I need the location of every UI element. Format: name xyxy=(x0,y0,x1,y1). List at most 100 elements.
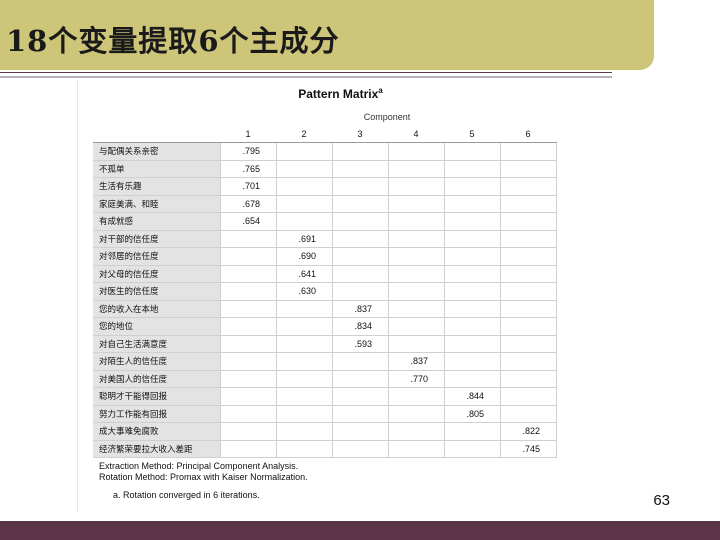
loading-cell xyxy=(499,194,557,213)
row-label: 生活有乐趣 xyxy=(93,177,221,196)
loading-cell xyxy=(331,439,389,458)
loading-cell xyxy=(443,334,501,353)
loading-cell xyxy=(331,159,389,178)
loading-cell xyxy=(443,422,501,441)
loading-cell: .701 xyxy=(219,177,277,196)
loading-cell xyxy=(499,334,557,353)
loading-cell: .834 xyxy=(331,317,389,336)
row-label: 您的地位 xyxy=(93,317,221,336)
loading-cell: .630 xyxy=(275,282,333,301)
table-row: 聪明才干能得回报 .844 xyxy=(93,387,557,406)
loading-cell xyxy=(499,159,557,178)
loading-cell xyxy=(443,369,501,388)
row-label: 经济繁荣要拉大收入差距 xyxy=(93,439,221,458)
loading-cell: .691 xyxy=(275,229,333,248)
loading-cell xyxy=(443,177,501,196)
row-label: 对邻居的信任度 xyxy=(93,247,221,266)
loading-cell xyxy=(387,229,445,248)
table-row: 生活有乐趣 .701 xyxy=(93,177,557,196)
loading-cell xyxy=(443,439,501,458)
table-row: 对干部的信任度 .691 xyxy=(93,229,557,248)
row-label: 对干部的信任度 xyxy=(93,229,221,248)
table-row: 努力工作能有回报 .805 xyxy=(93,404,557,423)
rotation-method-note: Rotation Method: Promax with Kaiser Norm… xyxy=(99,472,308,482)
row-label: 不孤单 xyxy=(93,159,221,178)
table-row: 家庭美满、和睦 .678 xyxy=(93,194,557,213)
loading-cell xyxy=(331,264,389,283)
column-header: 1 xyxy=(220,125,276,143)
loading-cell xyxy=(275,159,333,178)
loading-cell xyxy=(219,422,277,441)
loading-cell: .690 xyxy=(275,247,333,266)
loading-cell: .805 xyxy=(443,404,501,423)
loading-cell xyxy=(499,247,557,266)
column-header: 3 xyxy=(332,125,388,143)
loading-cell xyxy=(387,334,445,353)
loading-cell xyxy=(275,299,333,318)
loading-cell xyxy=(331,177,389,196)
loading-cell xyxy=(387,439,445,458)
loading-cell xyxy=(219,352,277,371)
pattern-matrix-table: 1 2 3 4 5 6 与配偶关系亲密 .795 不孤单 .765 生活有乐趣 .701 家… xyxy=(93,125,557,458)
loading-cell xyxy=(275,387,333,406)
loading-cell: .844 xyxy=(443,387,501,406)
loading-cell: .678 xyxy=(219,194,277,213)
loading-cell xyxy=(499,282,557,301)
loading-cell: .745 xyxy=(499,439,557,458)
loading-cell xyxy=(499,387,557,406)
page-number: 63 xyxy=(653,492,670,509)
loading-cell xyxy=(331,247,389,266)
loading-cell xyxy=(387,177,445,196)
loading-cell xyxy=(219,247,277,266)
loading-cell xyxy=(499,264,557,283)
loading-cell xyxy=(387,299,445,318)
loading-cell: .770 xyxy=(387,369,445,388)
loading-cell xyxy=(387,404,445,423)
row-label: 努力工作能有回报 xyxy=(93,404,221,423)
table-row: 有成就感 .654 xyxy=(93,212,557,231)
row-label: 聪明才干能得回报 xyxy=(93,387,221,406)
pattern-matrix-title-superscript: a xyxy=(378,86,383,95)
loading-cell xyxy=(499,352,557,371)
loading-cell xyxy=(499,229,557,248)
table-row: 经济繁荣要拉大收入差距 .745 xyxy=(93,439,557,458)
loading-cell xyxy=(275,369,333,388)
row-label: 对医生的信任度 xyxy=(93,282,221,301)
loading-cell xyxy=(331,142,389,161)
loading-cell xyxy=(331,422,389,441)
loading-cell xyxy=(443,142,501,161)
loading-cell xyxy=(387,247,445,266)
loading-cell xyxy=(219,334,277,353)
loading-cell xyxy=(443,282,501,301)
row-label: 与配偶关系亲密 xyxy=(93,142,221,161)
loading-cell xyxy=(387,212,445,231)
loading-cell xyxy=(331,387,389,406)
table-row: 对自己生活满意度 .593 xyxy=(93,334,557,353)
component-header: Component xyxy=(363,112,411,122)
loading-cell xyxy=(387,422,445,441)
loading-cell: .822 xyxy=(499,422,557,441)
loading-cell xyxy=(443,264,501,283)
loading-cell xyxy=(275,194,333,213)
loading-cell xyxy=(387,194,445,213)
title-banner: 18个变量提取6个主成分 xyxy=(0,0,654,70)
loading-cell xyxy=(499,212,557,231)
table-row: 与配偶关系亲密 .795 xyxy=(93,142,557,161)
loading-cell xyxy=(499,299,557,318)
loading-cell: .765 xyxy=(219,159,277,178)
row-label: 有成就感 xyxy=(93,212,221,231)
table-row: 您的收入在本地 .837 xyxy=(93,299,557,318)
loading-cell xyxy=(443,212,501,231)
row-label: 家庭美满、和睦 xyxy=(93,194,221,213)
loading-cell xyxy=(443,229,501,248)
loading-cell xyxy=(331,212,389,231)
loading-cell xyxy=(219,369,277,388)
loading-cell xyxy=(443,352,501,371)
loading-cell xyxy=(499,369,557,388)
table-row: 对父母的信任度 .641 xyxy=(93,264,557,283)
loading-cell xyxy=(275,142,333,161)
loading-cell xyxy=(387,387,445,406)
loading-cell xyxy=(219,229,277,248)
loading-cell xyxy=(387,282,445,301)
loading-cell xyxy=(331,194,389,213)
